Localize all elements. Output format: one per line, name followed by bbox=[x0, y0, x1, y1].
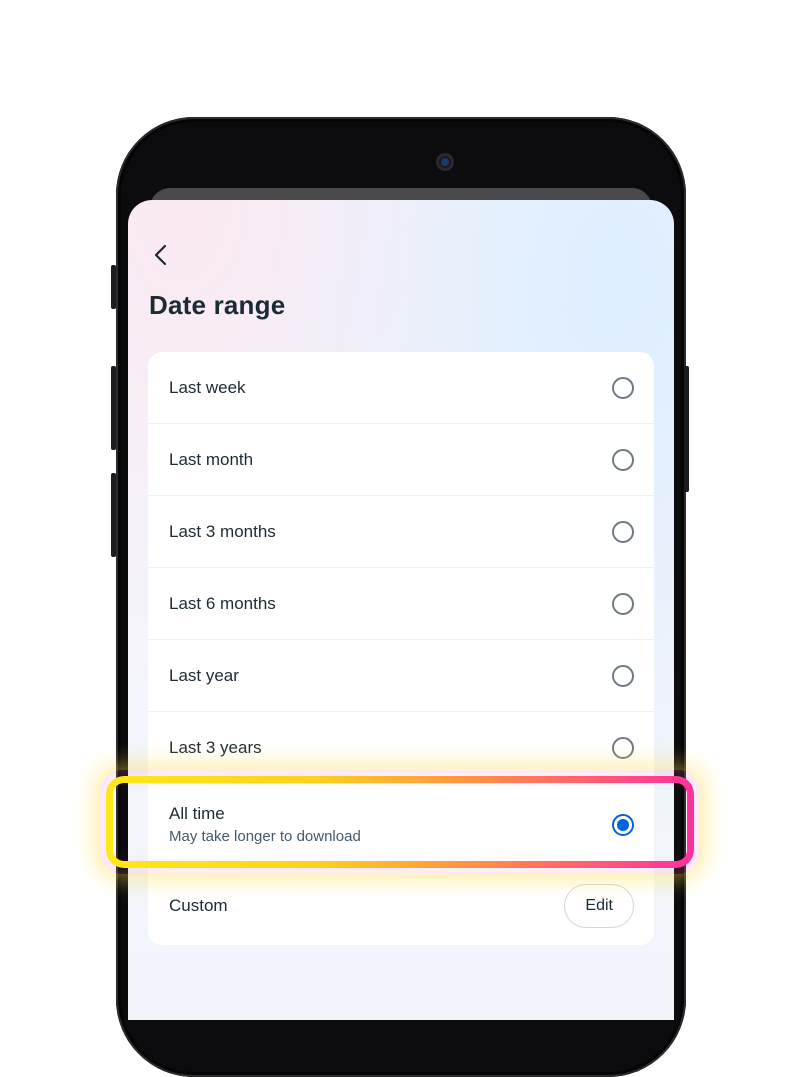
option-text: All time May take longer to download bbox=[169, 804, 361, 845]
phone-button-left-2 bbox=[111, 366, 116, 450]
option-last-3-months[interactable]: Last 3 months bbox=[148, 496, 654, 568]
option-last-3-years[interactable]: Last 3 years bbox=[148, 712, 654, 784]
option-label: All time bbox=[169, 804, 225, 823]
page-title: Date range bbox=[149, 290, 286, 320]
option-sublabel: May take longer to download bbox=[169, 828, 361, 845]
option-label: Last 6 months bbox=[169, 593, 276, 613]
radio-button-icon[interactable] bbox=[612, 448, 634, 471]
front-camera-icon bbox=[436, 153, 454, 171]
option-last-6-months[interactable]: Last 6 months bbox=[148, 568, 654, 640]
option-last-year[interactable]: Last year bbox=[148, 640, 654, 712]
option-last-month[interactable]: Last month bbox=[148, 424, 654, 496]
option-custom: Custom Edit bbox=[148, 866, 654, 945]
edit-button[interactable]: Edit bbox=[564, 883, 634, 928]
back-button[interactable] bbox=[146, 240, 176, 270]
phone-button-right bbox=[684, 366, 689, 492]
screen: Date range Last week Last month Last 3 m… bbox=[128, 200, 674, 1020]
radio-button-icon[interactable] bbox=[612, 592, 634, 615]
date-range-options-card: Last week Last month Last 3 months Last … bbox=[148, 352, 654, 945]
option-label: Last month bbox=[169, 449, 254, 469]
radio-button-icon[interactable] bbox=[612, 736, 634, 759]
option-label: Custom bbox=[169, 895, 228, 915]
option-all-time[interactable]: All time May take longer to download bbox=[148, 784, 654, 866]
radio-button-selected-icon[interactable] bbox=[612, 813, 634, 836]
option-label: Last year bbox=[169, 665, 239, 685]
option-label: Last 3 years bbox=[169, 737, 262, 757]
radio-button-icon[interactable] bbox=[612, 520, 634, 543]
radio-button-icon[interactable] bbox=[612, 376, 634, 399]
phone-button-left-3 bbox=[111, 473, 116, 557]
phone-button-left-1 bbox=[111, 265, 116, 309]
option-label: Last week bbox=[169, 377, 246, 397]
chevron-left-icon bbox=[154, 244, 167, 266]
radio-button-icon[interactable] bbox=[612, 664, 634, 687]
option-label: Last 3 months bbox=[169, 521, 276, 541]
option-last-week[interactable]: Last week bbox=[148, 352, 654, 424]
